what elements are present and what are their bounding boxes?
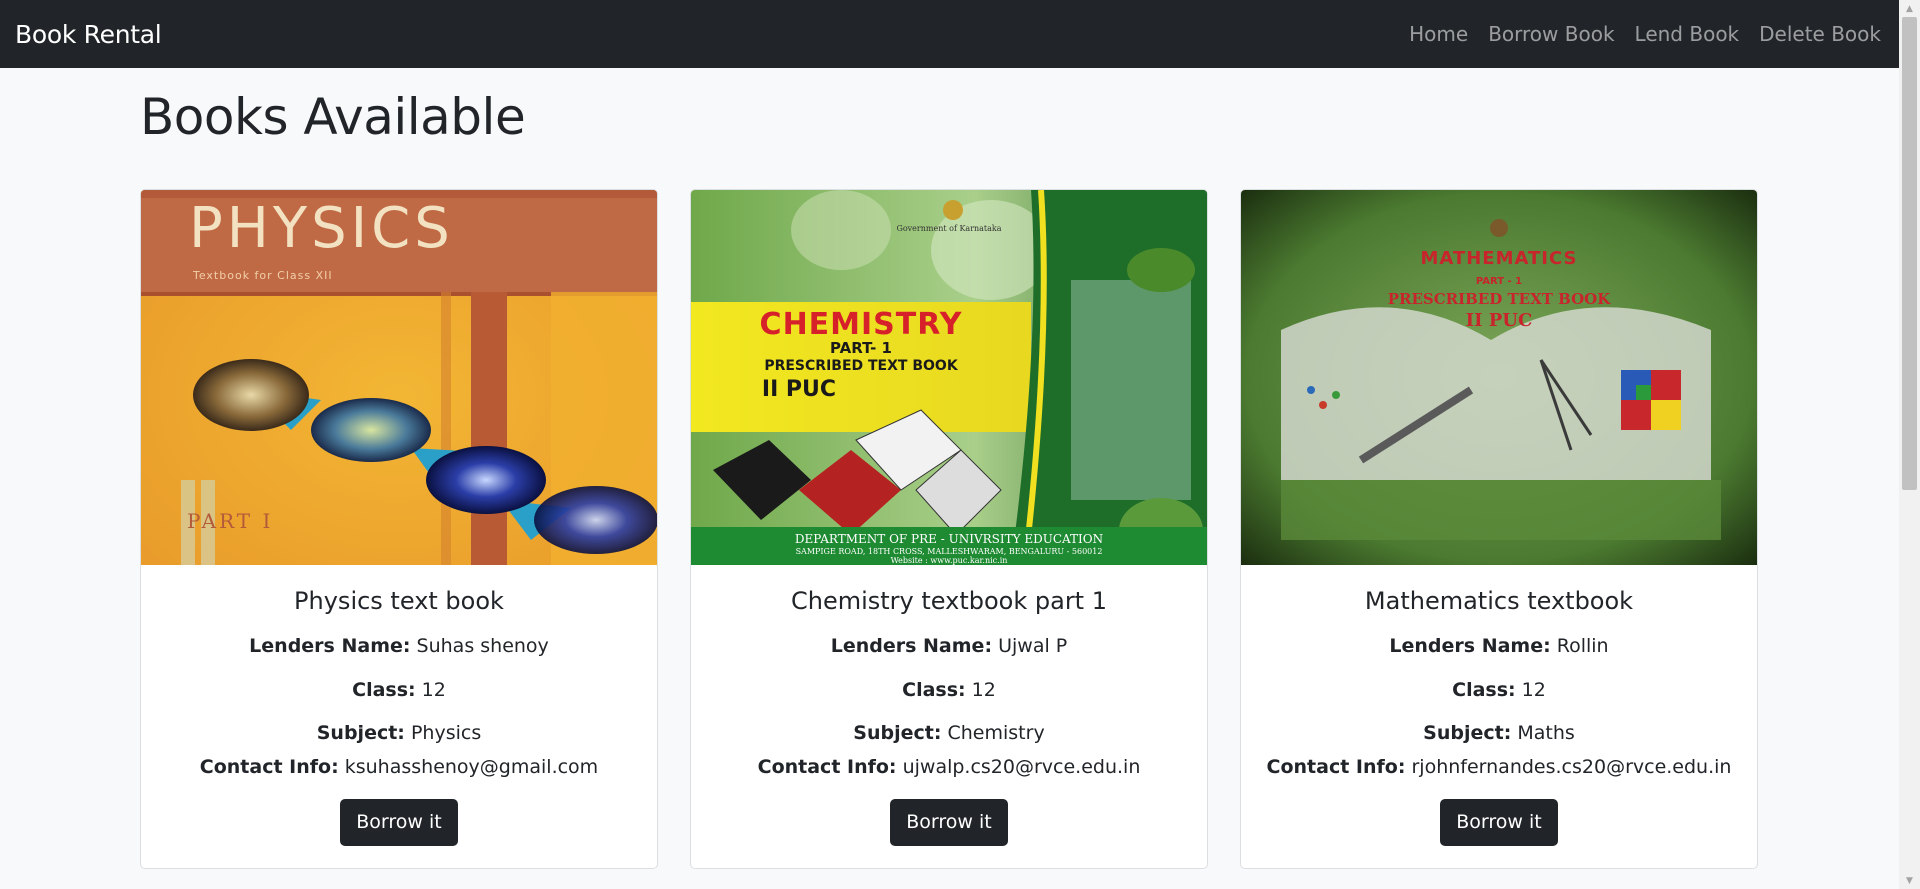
cover-address-text: SAMPIGE ROAD, 18TH CROSS, MALLESHWARAM, … <box>796 547 1103 556</box>
scroll-down-arrow-icon[interactable]: ▼ <box>1899 872 1920 889</box>
scroll-up-arrow-icon[interactable]: ▲ <box>1899 0 1920 17</box>
cover-level-text: II PUC <box>1466 310 1533 331</box>
borrow-button[interactable]: Borrow it <box>890 798 1008 846</box>
subject-label: Subject: <box>853 722 942 745</box>
nav-link-home[interactable]: Home <box>1409 22 1468 46</box>
cover-title-text: CHEMISTRY <box>760 307 963 342</box>
lender-label: Lenders Name: <box>249 634 411 657</box>
cover-part-text: PART - 1 <box>1476 276 1522 287</box>
borrow-button[interactable]: Borrow it <box>1440 798 1558 846</box>
book-title: Mathematics textbook <box>1364 587 1634 615</box>
book-card: MATHEMATICS PART - 1 PRESCRIBED TEXT BOO… <box>1240 189 1758 869</box>
cover-gov-text: Government of Karnataka <box>896 224 1001 233</box>
class-field: Class: 12 <box>141 679 657 702</box>
subject-field: Subject: Maths <box>1241 722 1757 745</box>
book-cover-image: Government of Karnataka CHEMISTRY PART- … <box>691 190 1207 565</box>
contact-field: Contact Info: ksuhasshenoy@gmail.com <box>141 756 657 779</box>
subject-value: Physics <box>410 722 482 745</box>
nav-link-lend-book[interactable]: Lend Book <box>1635 22 1740 46</box>
vertical-scrollbar[interactable]: ▲ ▼ <box>1899 0 1920 889</box>
lender-value: Ujwal P <box>998 634 1068 657</box>
lender-field: Lenders Name: Suhas shenoy <box>141 635 657 658</box>
subject-label: Subject: <box>1423 722 1512 745</box>
book-card-list: PHYSICS Textbook for Class XII PART I Ph… <box>140 189 1758 869</box>
book-title: Physics text book <box>294 587 504 615</box>
nav-link-borrow-book[interactable]: Borrow Book <box>1488 22 1614 46</box>
subject-field: Subject: Physics <box>141 722 657 745</box>
class-value: 12 <box>421 678 446 701</box>
contact-field: Contact Info: ujwalp.cs20@rvce.edu.in <box>691 756 1207 779</box>
class-field: Class: 12 <box>1241 679 1757 702</box>
scrollbar-thumb[interactable] <box>1902 17 1917 490</box>
class-label: Class: <box>1452 678 1516 701</box>
class-label: Class: <box>352 678 416 701</box>
cover-part-text: PART- 1 <box>830 339 892 357</box>
cover-level-text: II PUC <box>762 377 836 402</box>
contact-field: Contact Info: rjohnfernandes.cs20@rvce.e… <box>1241 756 1757 779</box>
top-navbar: Book Rental Home Borrow Book Lend Book D… <box>0 0 1899 68</box>
cover-part-text: PART I <box>187 509 273 533</box>
book-card: PHYSICS Textbook for Class XII PART I Ph… <box>140 189 658 869</box>
cover-prescribed-text: PRESCRIBED TEXT BOOK <box>1388 290 1611 308</box>
subject-field: Subject: Chemistry <box>691 722 1207 745</box>
subject-label: Subject: <box>316 722 405 745</box>
contact-value: ujwalp.cs20@rvce.edu.in <box>902 756 1141 779</box>
contact-label: Contact Info: <box>199 756 339 779</box>
lender-label: Lenders Name: <box>830 634 993 657</box>
contact-value: ksuhasshenoy@gmail.com <box>344 756 599 779</box>
cover-subtitle-text: Textbook for Class XII <box>192 269 333 282</box>
lender-label: Lenders Name: <box>1389 634 1551 657</box>
cover-prescribed-text: PRESCRIBED TEXT BOOK <box>764 358 958 374</box>
book-card: Government of Karnataka CHEMISTRY PART- … <box>690 189 1208 869</box>
class-field: Class: 12 <box>691 679 1207 702</box>
book-cover-image: PHYSICS Textbook for Class XII PART I <box>141 190 657 565</box>
subject-value: Chemistry <box>947 722 1045 745</box>
book-cover-image: MATHEMATICS PART - 1 PRESCRIBED TEXT BOO… <box>1241 190 1757 565</box>
cover-title-text: PHYSICS <box>189 196 454 261</box>
subject-value: Maths <box>1517 722 1575 745</box>
contact-label: Contact Info: <box>757 756 897 779</box>
brand-link[interactable]: Book Rental <box>15 20 162 49</box>
cover-dept-text: DEPARTMENT OF PRE - UNIVRSITY EDUCATION <box>795 532 1103 546</box>
class-value: 12 <box>1521 678 1546 701</box>
page-title: Books Available <box>140 88 526 146</box>
lender-value: Suhas shenoy <box>416 634 549 657</box>
lender-field: Lenders Name: Rollin <box>1241 635 1757 658</box>
contact-value: rjohnfernandes.cs20@rvce.edu.in <box>1411 756 1732 779</box>
lender-value: Rollin <box>1556 634 1609 657</box>
nav-link-delete-book[interactable]: Delete Book <box>1759 22 1881 46</box>
lender-field: Lenders Name: Ujwal P <box>691 635 1207 658</box>
contact-label: Contact Info: <box>1266 756 1406 779</box>
nav-links: Home Borrow Book Lend Book Delete Book <box>1409 22 1881 46</box>
cover-website-text: Website : www.puc.kar.nic.in <box>891 556 1008 565</box>
borrow-button[interactable]: Borrow it <box>340 798 458 846</box>
class-value: 12 <box>971 678 996 701</box>
book-title: Chemistry textbook part 1 <box>790 587 1107 615</box>
cover-title-text: MATHEMATICS <box>1420 248 1577 269</box>
class-label: Class: <box>902 678 966 701</box>
